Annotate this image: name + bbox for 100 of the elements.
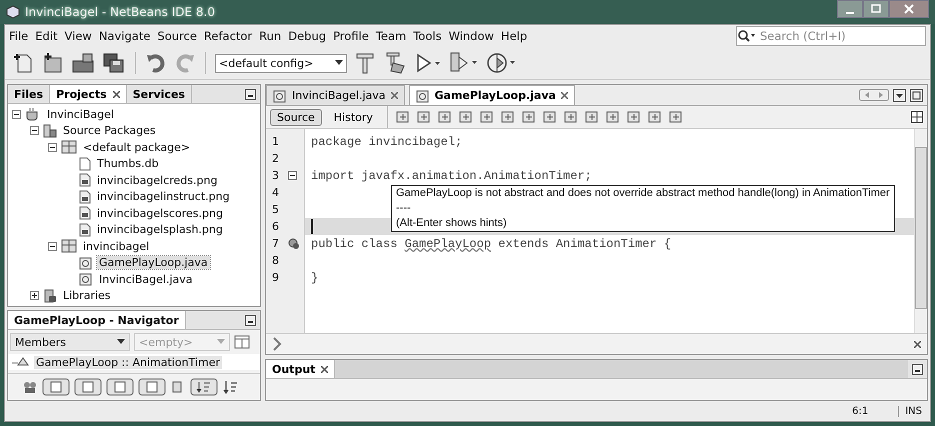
hammer-icon[interactable] [354, 51, 376, 75]
tree-item[interactable]: <default package> [81, 140, 192, 154]
search-box[interactable]: Search (Ctrl+I) [736, 26, 926, 46]
tree-item[interactable]: invincibagelinstruct.png [95, 190, 232, 204]
navigator-item[interactable]: GamePlayLoop :: AnimationTimer [34, 356, 222, 368]
editor-tab[interactable]: GamePlayLoop.java [408, 85, 575, 105]
editor-tool-icon[interactable] [436, 109, 453, 125]
menu-item[interactable]: View [64, 29, 92, 43]
expand-toggle[interactable] [48, 142, 57, 152]
menu-item[interactable]: Refactor [204, 29, 252, 43]
tree-item[interactable]: Source Packages [61, 124, 158, 138]
editor-tool-icon[interactable] [394, 109, 411, 125]
close-icon[interactable] [560, 92, 568, 99]
editor-tool-icon[interactable] [584, 109, 600, 125]
toggle-icon[interactable] [138, 378, 166, 396]
editor-tool-icon[interactable] [668, 109, 684, 125]
jar-icon [43, 288, 57, 303]
line-number: 7 [272, 237, 280, 250]
menu-item[interactable]: Run [259, 29, 282, 43]
tree-item[interactable]: Thumbs.db [95, 157, 161, 170]
editor-tool-icon[interactable] [520, 109, 537, 125]
menu-item[interactable]: Tools [413, 29, 442, 43]
maximize-icon[interactable] [910, 88, 923, 102]
fold-toggle[interactable] [288, 171, 297, 180]
panel-icon[interactable] [234, 335, 250, 349]
close-icon[interactable] [390, 92, 398, 99]
toggle-icon[interactable] [106, 378, 134, 396]
tooltip-text: GamePlayLoop is not abstract and does not override abstract method handle(long) in AnimationTimer [396, 186, 890, 201]
error-icon[interactable] [288, 238, 300, 250]
menu-item[interactable]: Source [157, 29, 197, 43]
search-icon[interactable] [737, 29, 757, 43]
folder-icon[interactable] [71, 52, 95, 74]
chevron-icon[interactable] [272, 337, 282, 351]
new-project-icon[interactable] [42, 52, 64, 74]
editor-tool-icon[interactable] [500, 109, 516, 125]
expand-toggle[interactable] [48, 242, 57, 251]
cursor-position: 6:1 [852, 406, 868, 416]
expand-toggle[interactable] [30, 291, 39, 300]
output-tab[interactable]: Output [266, 360, 336, 378]
editor-tool-icon[interactable] [562, 109, 579, 125]
undo-icon[interactable] [145, 52, 167, 74]
tree-item[interactable]: invincibagel [81, 240, 152, 253]
minimize-icon[interactable] [245, 314, 256, 326]
code-line: package invincibagel; [311, 134, 462, 148]
profile-icon[interactable] [486, 51, 516, 75]
editor-tool-icon[interactable] [416, 109, 432, 125]
maximize-icon [871, 4, 881, 14]
line-number: 9 [272, 271, 280, 284]
menu-item[interactable]: Window [448, 29, 494, 43]
tree-item[interactable]: GamePlayLoop.java [97, 256, 210, 270]
menu-item[interactable]: Team [376, 29, 406, 43]
line-number: 2 [272, 152, 280, 165]
menu-item[interactable]: Edit [35, 29, 58, 43]
editor-tool-icon[interactable] [542, 109, 558, 125]
line-number: 4 [272, 186, 280, 199]
toggle-icon[interactable] [74, 378, 102, 396]
minimize-icon[interactable] [912, 364, 923, 374]
expand-toggle[interactable] [12, 110, 21, 119]
scrollbar[interactable] [914, 129, 927, 333]
toggle-icon[interactable] [42, 378, 70, 396]
config-dropdown[interactable]: <default config> [215, 54, 347, 72]
close-icon[interactable] [321, 366, 328, 372]
menu-item[interactable]: Profile [333, 29, 369, 43]
close-icon[interactable] [112, 90, 120, 98]
caret-icon [117, 339, 125, 345]
minimize-icon[interactable] [245, 88, 256, 100]
image-file-icon [79, 173, 91, 188]
tree-item[interactable]: invincibagelsplash.png [95, 223, 225, 236]
text-cursor [311, 219, 313, 234]
close-button[interactable] [889, 0, 929, 18]
split-icon[interactable] [911, 111, 923, 123]
dropdown-icon[interactable] [893, 88, 906, 102]
editor-tool-icon[interactable] [478, 109, 495, 125]
tooltip-text: ---- [396, 201, 412, 216]
tree-item[interactable]: Libraries [61, 289, 113, 302]
editor-tab[interactable]: InvinciBagel.java [266, 85, 404, 105]
editor-tool-icon[interactable] [604, 109, 621, 125]
menu-item[interactable]: File [9, 29, 28, 43]
expand-toggle[interactable] [30, 126, 39, 136]
tree-item[interactable]: InvinciBagel [45, 108, 116, 121]
menu-item[interactable]: Help [500, 29, 528, 43]
view-button[interactable]: Source [270, 108, 322, 126]
editor-tool-icon[interactable] [646, 109, 663, 125]
editor-tool-icon[interactable] [626, 109, 642, 125]
code-line: } [311, 270, 318, 284]
minimize-button[interactable] [837, 0, 863, 18]
tree-item[interactable]: invincibagelscores.png [95, 206, 225, 220]
java-file-icon [273, 88, 287, 102]
editor-tool-icon[interactable] [458, 109, 474, 125]
menu-item[interactable]: Navigate [98, 29, 150, 43]
tree-item[interactable]: invincibagelcreds.png [95, 174, 220, 187]
save-all-icon[interactable] [102, 52, 126, 74]
close-icon[interactable] [914, 340, 921, 348]
view-button[interactable]: History [326, 108, 380, 126]
members-dropdown[interactable]: Members [10, 333, 130, 351]
tree-item[interactable]: InvinciBagel.java [97, 272, 194, 286]
menu-item[interactable]: Debug [288, 29, 326, 43]
tooltip-text: (Alt-Enter shows hints) [396, 216, 508, 231]
panel-tab[interactable]: Projects [50, 85, 127, 103]
maximize-button[interactable] [863, 0, 889, 18]
